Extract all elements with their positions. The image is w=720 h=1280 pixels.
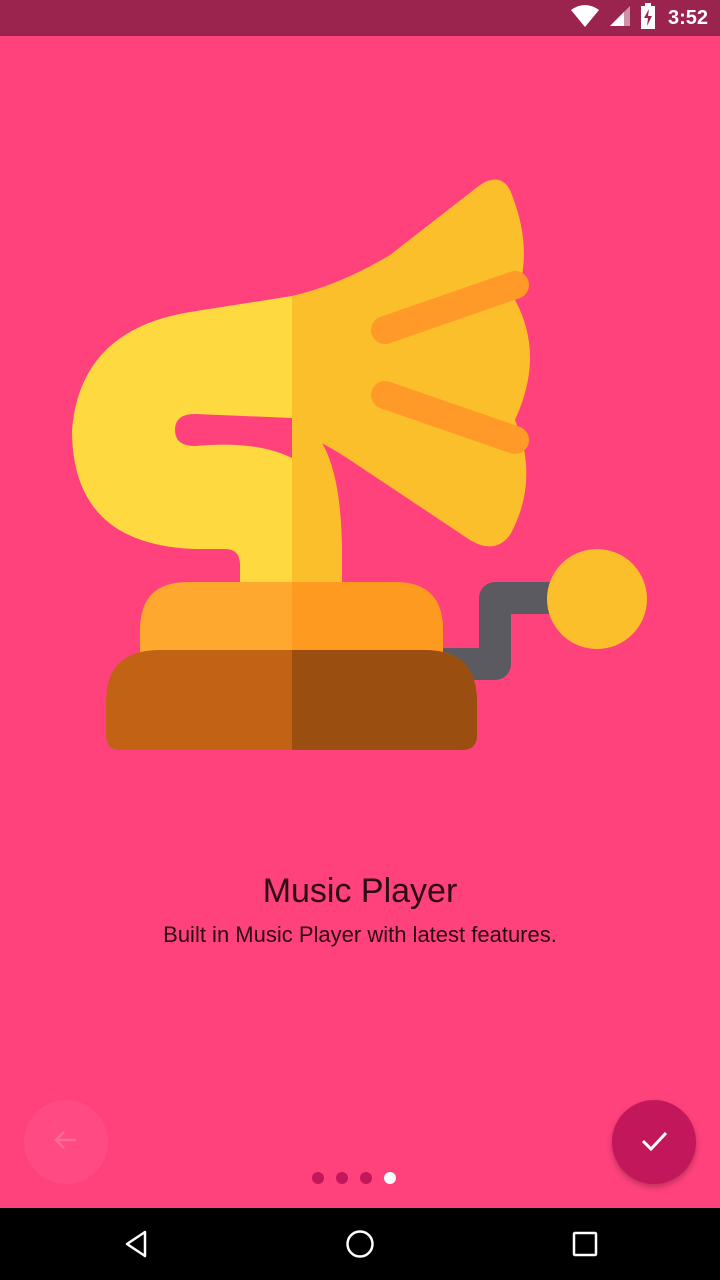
gramophone-icon <box>0 160 720 760</box>
page-dot-active[interactable] <box>384 1172 396 1184</box>
page-dot[interactable] <box>360 1172 372 1184</box>
status-bar: 3:52 <box>0 0 720 36</box>
battery-charging-icon <box>640 2 656 34</box>
done-button[interactable] <box>612 1100 696 1184</box>
home-circle-icon[interactable] <box>342 1226 378 1262</box>
status-icons: 3:52 <box>570 0 708 36</box>
status-time: 3:52 <box>667 6 708 29</box>
recents-square-icon[interactable] <box>567 1226 603 1262</box>
slide-subtitle: Built in Music Player with latest featur… <box>163 922 557 947</box>
page-dot[interactable] <box>336 1172 348 1184</box>
back-triangle-icon[interactable] <box>118 1226 154 1262</box>
arrow-left-icon <box>51 1125 81 1160</box>
check-icon <box>638 1124 670 1161</box>
signal-icon <box>608 4 632 33</box>
navigation-bar <box>0 1208 720 1280</box>
page-dot[interactable] <box>312 1172 324 1184</box>
wifi-icon <box>570 4 600 33</box>
page-indicator <box>312 1172 396 1184</box>
slide-title: Music Player <box>262 872 458 910</box>
back-button[interactable] <box>24 1100 108 1184</box>
